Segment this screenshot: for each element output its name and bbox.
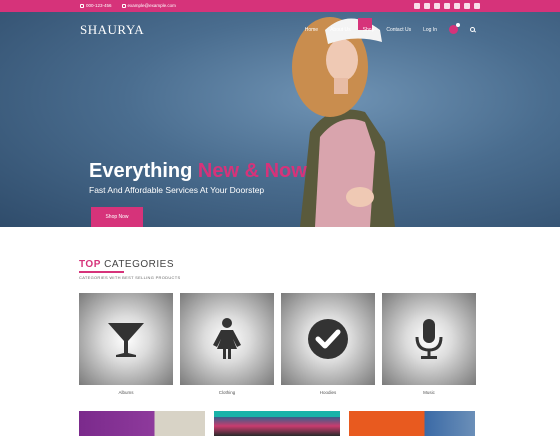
promo-banner-furniture[interactable] — [79, 411, 205, 436]
search-icon[interactable] — [470, 27, 475, 32]
category-label-music[interactable]: Music — [382, 390, 476, 395]
categories-title: TOP CATEGORIES — [79, 259, 174, 270]
site-logo[interactable]: SHAURYA — [80, 22, 144, 38]
twitter-icon[interactable] — [414, 3, 420, 9]
contact-info: 000-123-456 example@example.com — [80, 3, 176, 8]
email-text: example@example.com — [127, 3, 176, 8]
facebook-icon[interactable] — [424, 3, 430, 9]
hero-banner: SHAURYA Home About Us Shop Contact Us Lo… — [0, 12, 560, 227]
instagram-icon[interactable] — [444, 3, 450, 9]
martini-glass-icon — [108, 323, 144, 357]
hero-subtitle: Fast And Affordable Services At Your Doo… — [89, 185, 265, 195]
vimeo-icon[interactable] — [474, 3, 480, 9]
woman-icon — [213, 318, 241, 359]
categories-subtitle: CATEGORIES WITH BEST SELLING PRODUCTS — [79, 275, 181, 280]
nav-about[interactable]: About Us — [330, 27, 351, 33]
nav-login[interactable]: Log In — [423, 27, 437, 33]
cart-icon[interactable] — [449, 23, 460, 34]
email-contact[interactable]: example@example.com — [121, 3, 176, 8]
microphone-icon — [415, 319, 443, 359]
check-circle-icon — [308, 319, 348, 359]
nav-shop[interactable]: Shop — [363, 27, 375, 33]
flickr-icon[interactable] — [464, 3, 470, 9]
pinterest-icon[interactable] — [454, 3, 460, 9]
category-card-albums[interactable] — [79, 293, 173, 385]
skype-icon[interactable] — [434, 3, 440, 9]
hero-title-accent: New & Now — [197, 160, 307, 182]
hero-model-image — [292, 17, 395, 227]
promo-banner-electronics[interactable] — [214, 411, 340, 436]
main-nav: Home About Us Shop Contact Us Log In — [305, 23, 475, 34]
social-links — [414, 3, 480, 9]
category-label-hoodies[interactable]: Hoodies — [281, 390, 375, 395]
categories-title-accent: TOP — [79, 259, 101, 270]
nav-contact[interactable]: Contact Us — [386, 27, 411, 33]
category-label-albums[interactable]: Albums — [79, 390, 173, 395]
categories-title-rest: CATEGORIES — [100, 259, 174, 270]
phone-contact[interactable]: 000-123-456 — [80, 3, 112, 8]
category-card-clothing[interactable] — [180, 293, 274, 385]
nav-home[interactable]: Home — [305, 27, 318, 33]
cart-badge — [456, 23, 460, 27]
shop-now-button[interactable]: Shop Now — [91, 207, 143, 227]
phone-icon — [80, 3, 84, 8]
category-label-clothing[interactable]: Clothing — [180, 390, 274, 395]
hero-title-main: Everything — [89, 160, 198, 182]
promo-banner-sale[interactable] — [349, 411, 475, 436]
title-underline — [79, 271, 124, 273]
mail-icon — [121, 3, 126, 8]
category-card-hoodies[interactable] — [281, 293, 375, 385]
hero-title: Everything New & Now — [89, 160, 307, 183]
phone-text: 000-123-456 — [86, 3, 112, 8]
top-contact-bar: 000-123-456 example@example.com — [0, 0, 560, 12]
category-card-music[interactable] — [382, 293, 476, 385]
